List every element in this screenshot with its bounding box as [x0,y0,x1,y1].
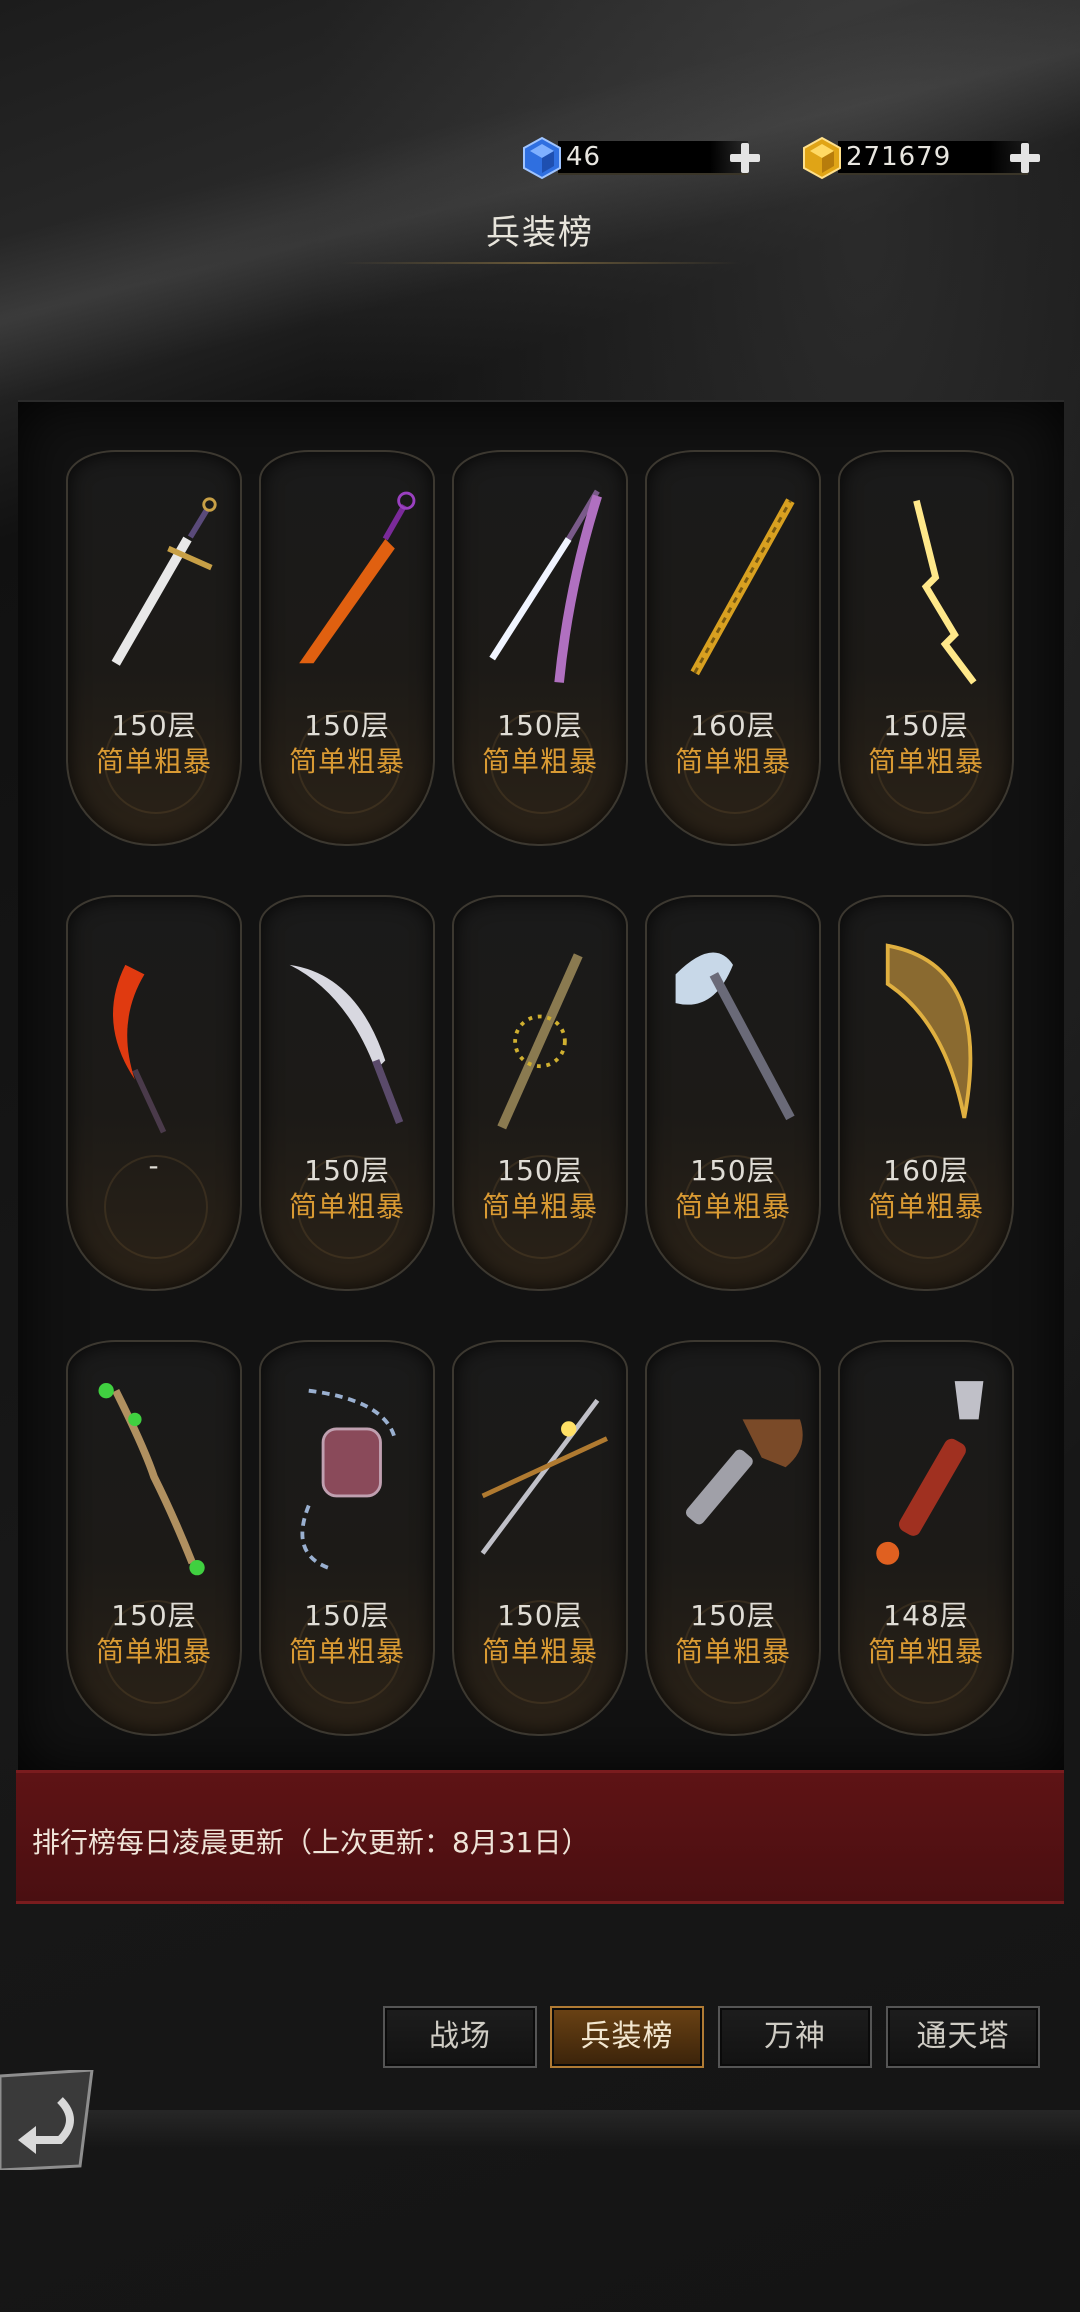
weapon-card[interactable]: 150层 简单粗暴 [452,450,628,846]
card-type: 简单粗暴 [867,745,984,778]
footer-bar [0,2110,1080,2150]
fire-scythe-icon [113,964,167,1134]
weapon-card[interactable]: 150层 简单粗暴 [259,895,435,1291]
flame-blade-icon [299,491,416,664]
update-notice-text: 排行榜每日凌晨更新（上次更新：8月31日） [32,1826,590,1859]
lightning-blade-icon [913,499,977,685]
weapon-card[interactable]: 150层 简单粗暴 [645,1340,821,1736]
card-type: 简单粗暴 [674,745,791,778]
weapon-card[interactable]: - [66,895,242,1291]
golden-spear-icon [690,498,795,676]
spear-staff-icon [480,1398,608,1555]
weapon-card[interactable]: 150层 简单粗暴 [259,450,435,846]
weapon-card[interactable]: 160层 简单粗暴 [645,450,821,846]
card-level: 150层 [111,709,197,742]
card-type: 简单粗暴 [95,1635,212,1668]
diamond-value: 46 [566,142,602,172]
card-level: 148层 [883,1599,969,1632]
weapon-card[interactable]: 150层 简单粗暴 [259,1340,435,1736]
weapon-card[interactable]: 150层 简单粗暴 [645,895,821,1291]
add-gold-button[interactable] [1008,141,1042,175]
card-type: 简单粗暴 [95,745,212,778]
tab-battlefield[interactable]: 战场 [383,2006,537,2068]
battle-axe-icon [675,952,795,1121]
update-notice: 排行榜每日凌晨更新（上次更新：8月31日） [16,1770,1064,1904]
tab-pantheon[interactable]: 万神 [718,2006,872,2068]
card-level: 150层 [111,1599,197,1632]
card-level: 150层 [497,709,583,742]
card-level: 150层 [690,1599,776,1632]
title-divider [340,262,740,264]
tab-weapon-ranking[interactable]: 兵装榜 [550,2006,704,2068]
page-title: 兵装榜 [486,213,594,253]
gold-gem-icon [800,136,844,180]
card-type: 简单粗暴 [288,1190,405,1223]
weapon-card[interactable]: 150层 简单粗暴 [66,450,242,846]
thorned-spear-icon [497,953,583,1130]
card-type: 简单粗暴 [481,745,598,778]
flintlock-pistol-icon [686,1419,803,1525]
gold-currency: 271679 [800,136,1042,180]
diamond-currency: 46 [520,136,762,180]
weapon-card[interactable]: 150层 简单粗暴 [838,450,1014,846]
card-level: 150层 [690,1154,776,1187]
horn-icon [885,943,973,1119]
card-level: 150层 [304,1154,390,1187]
card-level: 150层 [497,1599,583,1632]
gold-value: 271679 [846,142,952,172]
card-type: 简单粗暴 [674,1635,791,1668]
card-type: 简单粗暴 [288,745,405,778]
card-level: 150层 [304,709,390,742]
weapon-card[interactable]: 148层 简单粗暴 [838,1340,1014,1736]
weapon-card[interactable]: 150层 简单粗暴 [452,895,628,1291]
card-type: 简单粗暴 [288,1635,405,1668]
sword-icon [111,497,217,666]
card-type: 简单粗暴 [867,1190,984,1223]
tab-babel-tower[interactable]: 通天塔 [886,2006,1040,2068]
card-type: 简单粗暴 [481,1190,598,1223]
weapon-card[interactable]: 160层 简单粗暴 [838,895,1014,1291]
card-level: 160层 [690,709,776,742]
card-level: 150层 [304,1599,390,1632]
card-type: 简单粗暴 [674,1190,791,1223]
weapon-card[interactable]: 150层 简单粗暴 [66,1340,242,1736]
add-diamond-button[interactable] [728,141,762,175]
back-arrow-icon [0,2068,94,2172]
card-level: 150层 [497,1154,583,1187]
back-button[interactable] [0,2068,96,2172]
axe-pistol-icon [876,1381,984,1565]
card-level: 160层 [883,1154,969,1187]
card-level: 150层 [883,709,969,742]
card-type: 简单粗暴 [481,1635,598,1668]
diamond-icon [520,136,564,180]
card-type: 简单粗暴 [867,1635,984,1668]
branch-staff-icon [98,1383,205,1576]
katana-icon [489,489,602,683]
chain-gauntlet-icon [300,1388,397,1570]
card-level: - [148,1149,160,1182]
weapon-card[interactable]: 150层 简单粗暴 [452,1340,628,1736]
curved-dagger-icon [289,964,404,1125]
